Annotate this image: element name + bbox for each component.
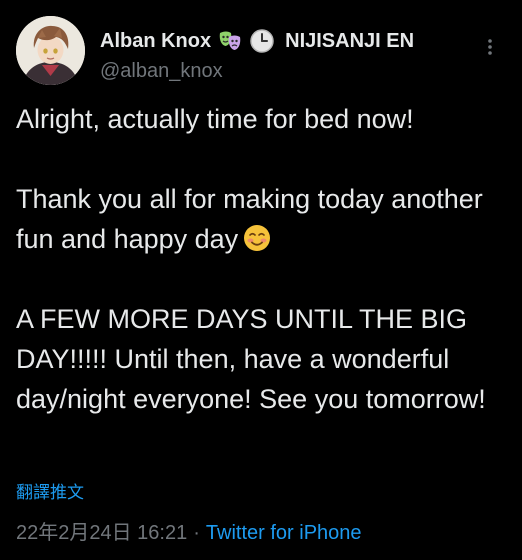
translate-tweet-link[interactable]: 翻譯推文 [16, 478, 84, 503]
name-row[interactable]: Alban Knox NIJISANJI EN [100, 28, 414, 54]
tweet-timestamp[interactable]: 22年2月24日 16:21 [16, 522, 187, 544]
tweet-paragraph: Alright, actually time for bed now! [16, 104, 414, 134]
more-options-icon[interactable] [480, 34, 500, 60]
masks-emoji-icon [217, 28, 243, 54]
tweet-paragraph: A FEW MORE DAYS UNTIL THE BIG DAY!!!!! U… [16, 304, 486, 414]
tweet-meta: 22年2月24日 16:21 · Twitter for iPhone [16, 516, 362, 545]
avatar-image [16, 16, 85, 85]
tweet-client-link[interactable]: Twitter for iPhone [206, 522, 362, 544]
author-display-name[interactable]: Alban Knox [100, 30, 211, 53]
smiling-face-with-blush-icon [242, 223, 272, 253]
tweet-text: Alright, actually time for bed now! Than… [16, 99, 508, 419]
clock-emoji-icon [249, 28, 275, 54]
author-handle[interactable]: @alban_knox [100, 60, 414, 83]
tweet-paragraph: Thank you all for making today another f… [16, 179, 508, 259]
tweet-header: Alban Knox NIJISANJI EN @alban_knox [16, 16, 506, 92]
avatar[interactable] [16, 16, 85, 85]
meta-separator: · [193, 522, 200, 544]
tweet-card: Alban Knox NIJISANJI EN @alban_knox Alri… [0, 0, 522, 560]
author-names: Alban Knox NIJISANJI EN @alban_knox [100, 28, 414, 83]
author-affiliation[interactable]: NIJISANJI EN [285, 30, 414, 53]
